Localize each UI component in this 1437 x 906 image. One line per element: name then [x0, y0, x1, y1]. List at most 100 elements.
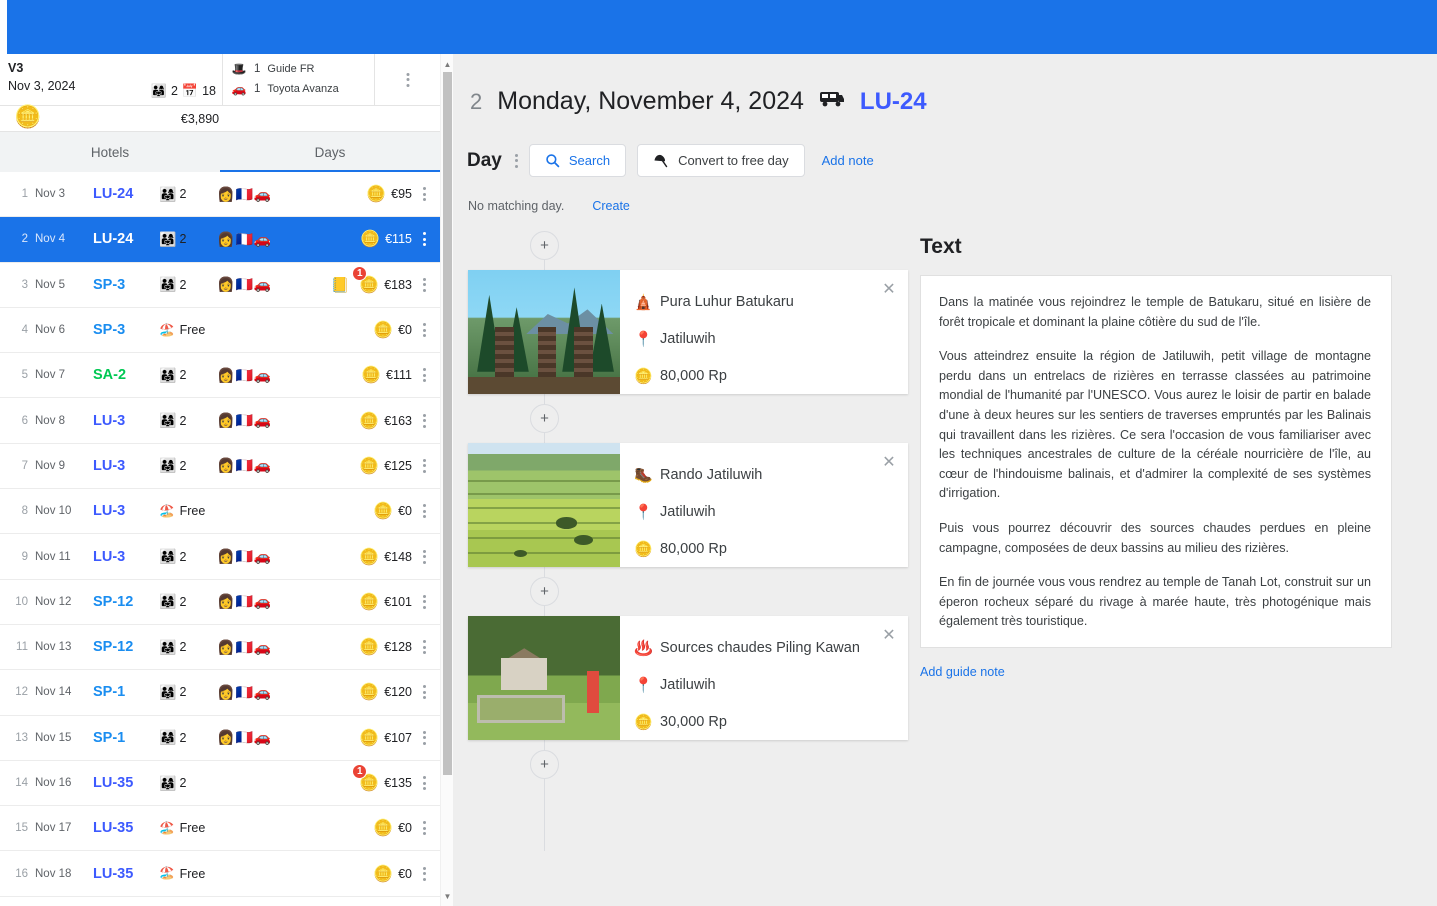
kebab-menu-icon[interactable] [422, 458, 426, 473]
activity-card[interactable]: 🥾 Rando Jatiluwih 📍 Jatiluwih 🪙 80,000 R… [468, 443, 908, 567]
search-button[interactable]: Search [528, 144, 627, 177]
day-note-icon[interactable]: 📒 [331, 276, 350, 294]
day-code[interactable]: SP-12 [93, 594, 155, 610]
app-top-bar [7, 0, 1437, 54]
day-row-menu-button[interactable] [412, 323, 436, 338]
day-code[interactable]: SP-12 [93, 639, 155, 655]
convert-to-free-day-button[interactable]: Convert to free day [637, 144, 805, 177]
kebab-menu-icon[interactable] [406, 72, 409, 87]
day-row[interactable]: 2 Nov 4 LU-24 👨‍👩‍👧 2 👩 🇫🇷 🚗 🪙 €115 [0, 217, 440, 263]
day-row[interactable]: 8 Nov 10 LU-3 🏖️ Free 🪙 €0 [0, 489, 440, 535]
day-row-menu-button[interactable] [412, 640, 436, 655]
day-code[interactable]: SA-2 [93, 367, 155, 383]
kebab-menu-icon[interactable] [422, 187, 426, 202]
day-pax-count: 2 [179, 685, 187, 700]
day-code[interactable]: SP-1 [93, 684, 155, 700]
day-code[interactable]: LU-3 [93, 503, 155, 519]
day-row[interactable]: 11 Nov 13 SP-12 👨‍👩‍👧 2 👩 🇫🇷 🚗 🪙 €128 [0, 625, 440, 671]
scroll-down-arrow-icon[interactable]: ▼ [441, 889, 454, 903]
day-row-menu-button[interactable] [412, 368, 436, 383]
day-row[interactable]: 15 Nov 17 LU-35 🏖️ Free 🪙 €0 [0, 806, 440, 852]
day-row[interactable]: 9 Nov 11 LU-3 👨‍👩‍👧 2 👩 🇫🇷 🚗 🪙 €148 [0, 534, 440, 580]
scroll-up-arrow-icon[interactable]: ▲ [441, 57, 454, 71]
day-index: 6 [21, 414, 28, 427]
day-row-menu-button[interactable] [412, 594, 436, 609]
kebab-menu-icon[interactable] [422, 594, 426, 609]
french-flag-icon: 🇫🇷 [235, 276, 253, 293]
day-row[interactable]: 10 Nov 12 SP-12 👨‍👩‍👧 2 👩 🇫🇷 🚗 🪙 €101 [0, 580, 440, 625]
day-row[interactable]: 6 Nov 8 LU-3 👨‍👩‍👧 2 👩 🇫🇷 🚗 🪙 €163 [0, 398, 440, 444]
kebab-menu-icon[interactable] [422, 277, 426, 292]
scrollbar-thumb[interactable] [443, 72, 452, 775]
day-row[interactable]: 16 Nov 18 LU-35 🏖️ Free 🪙 €0 [0, 851, 440, 897]
resource-row-vehicle[interactable]: 🚗 1 Toyota Avanza [231, 79, 374, 99]
day-kebab-menu-icon[interactable] [514, 153, 518, 168]
trip-summary[interactable]: V3 Nov 3, 2024 👨‍👩‍👧 2 📅 18 [0, 54, 222, 105]
day-row-menu-button[interactable] [412, 277, 436, 292]
resource-row-guide[interactable]: 🎩 1 Guide FR [231, 59, 374, 79]
day-row-menu-button[interactable] [412, 730, 436, 745]
add-activity-node-button[interactable]: + [530, 404, 559, 433]
day-row[interactable]: 4 Nov 6 SP-3 🏖️ Free 🪙 €0 [0, 308, 440, 354]
add-guide-note-link[interactable]: Add guide note [920, 665, 1420, 679]
add-activity-node-button[interactable]: + [530, 231, 559, 260]
day-code[interactable]: LU-35 [93, 775, 155, 791]
add-note-link[interactable]: Add note [816, 153, 880, 168]
trip-total-price: €3,890 [180, 111, 220, 126]
activity-card[interactable]: ♨️ Sources chaudes Piling Kawan 📍 Jatilu… [468, 616, 908, 740]
day-cost: 🪙 €0 [373, 501, 412, 521]
day-row-menu-button[interactable] [412, 866, 436, 881]
day-row-menu-button[interactable] [412, 821, 436, 836]
day-code[interactable]: LU-24 [93, 231, 155, 247]
day-code[interactable]: LU-24 [93, 186, 155, 202]
kebab-menu-icon[interactable] [422, 504, 426, 519]
tab-days[interactable]: Days [220, 132, 440, 172]
day-row-menu-button[interactable] [412, 458, 436, 473]
day-code[interactable]: LU-3 [93, 549, 155, 565]
day-code[interactable]: SP-1 [93, 730, 155, 746]
day-row-menu-button[interactable] [412, 685, 436, 700]
add-activity-node-button[interactable]: + [530, 750, 559, 779]
sidebar-scrollbar[interactable]: ▲ ▼ [440, 54, 453, 906]
day-code[interactable]: LU-35 [93, 866, 155, 882]
kebab-menu-icon[interactable] [422, 776, 426, 790]
activity-card[interactable]: 🛕 Pura Luhur Batukaru 📍 Jatiluwih 🪙 80,0… [468, 270, 908, 394]
day-row[interactable]: 3 Nov 5 SP-3 👨‍👩‍👧 2 👩 🇫🇷 🚗 📒 🪙 1 €183 [0, 263, 440, 308]
kebab-menu-icon[interactable] [422, 323, 426, 338]
remove-activity-button[interactable]: ✕ [880, 282, 898, 300]
day-code[interactable]: LU-3 [93, 458, 155, 474]
day-code[interactable]: LU-3 [93, 413, 155, 429]
trip-menu-button[interactable] [375, 54, 440, 105]
day-row[interactable]: 7 Nov 9 LU-3 👨‍👩‍👧 2 👩 🇫🇷 🚗 🪙 €125 [0, 444, 440, 490]
kebab-menu-icon[interactable] [422, 866, 426, 881]
kebab-menu-icon[interactable] [422, 730, 426, 745]
day-row[interactable]: 12 Nov 14 SP-1 👨‍👩‍👧 2 👩 🇫🇷 🚗 🪙 €120 [0, 670, 440, 716]
day-row[interactable]: 1 Nov 3 LU-24 👨‍👩‍👧 2 👩 🇫🇷 🚗 🪙 €95 [0, 172, 440, 218]
add-activity-node-button[interactable]: + [530, 577, 559, 606]
day-row-menu-button[interactable] [412, 504, 436, 519]
day-row-menu-button[interactable] [412, 549, 436, 564]
day-description-box[interactable]: Dans la matinée vous rejoindrez le templ… [920, 275, 1392, 648]
day-row[interactable]: 13 Nov 15 SP-1 👨‍👩‍👧 2 👩 🇫🇷 🚗 🪙 €107 [0, 716, 440, 761]
kebab-menu-icon[interactable] [422, 685, 426, 700]
tab-hotels[interactable]: Hotels [0, 132, 220, 172]
day-row[interactable]: 5 Nov 7 SA-2 👨‍👩‍👧 2 👩 🇫🇷 🚗 🪙 €111 [0, 353, 440, 399]
kebab-menu-icon[interactable] [422, 413, 426, 428]
kebab-menu-icon[interactable] [422, 640, 426, 655]
day-code[interactable]: SP-3 [93, 322, 155, 338]
day-code[interactable]: LU-35 [93, 820, 155, 836]
day-row-menu-button[interactable] [412, 232, 436, 247]
kebab-menu-icon[interactable] [422, 821, 426, 836]
day-row-menu-button[interactable] [412, 187, 436, 202]
day-row-menu-button[interactable] [412, 776, 436, 790]
day-row[interactable]: 14 Nov 16 LU-35 👨‍👩‍👧 2 🪙 1 €135 [0, 761, 440, 807]
kebab-menu-icon[interactable] [422, 549, 426, 564]
day-code[interactable]: LU-24 [860, 88, 927, 116]
remove-activity-button[interactable]: ✕ [880, 628, 898, 646]
day-row-menu-button[interactable] [412, 413, 436, 428]
create-day-link[interactable]: Create [592, 199, 630, 213]
remove-activity-button[interactable]: ✕ [880, 455, 898, 473]
kebab-menu-icon[interactable] [422, 368, 426, 383]
kebab-menu-icon[interactable] [422, 232, 426, 247]
day-code[interactable]: SP-3 [93, 277, 155, 293]
